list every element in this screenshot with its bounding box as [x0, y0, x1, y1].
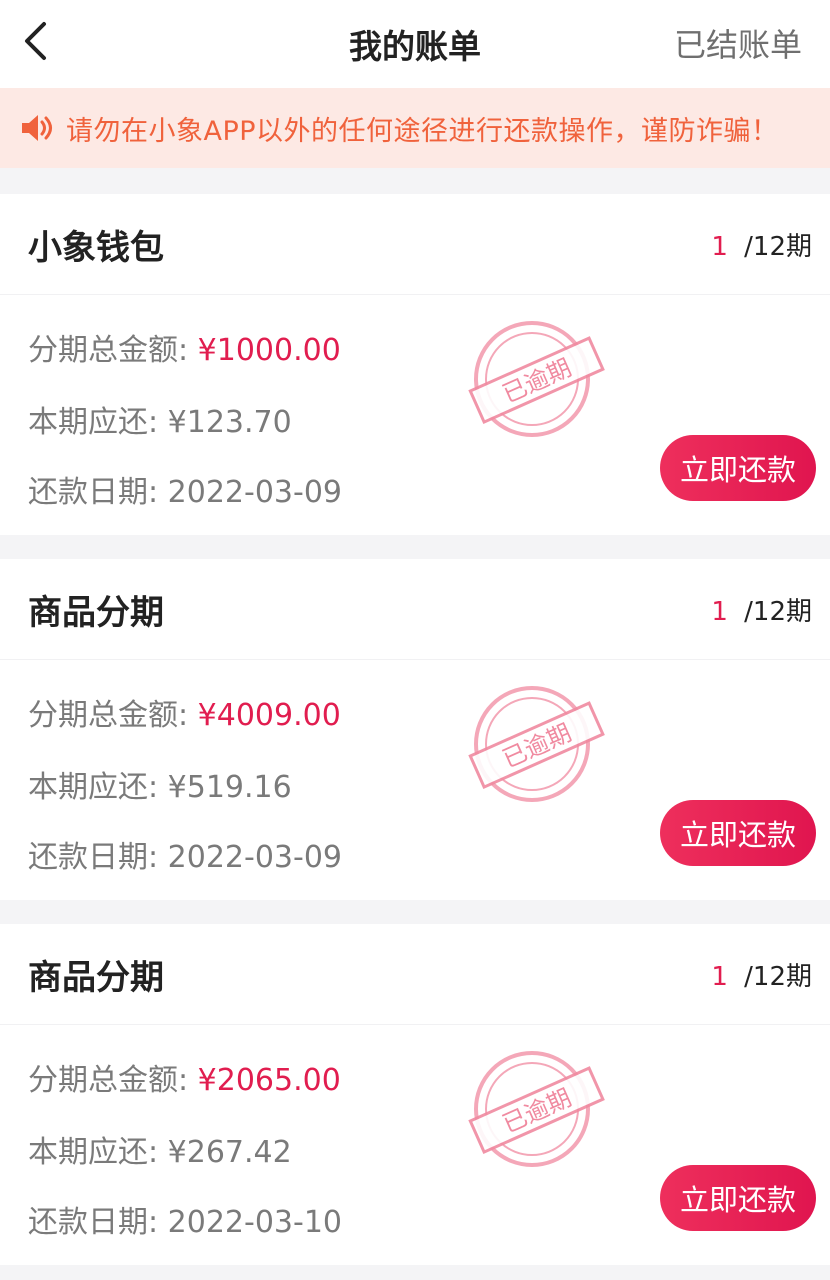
settled-bills-link[interactable]: 已结账单	[674, 20, 802, 66]
bill-list: 小象钱包 1 /12期 分期总金额: ¥1000.00 本期应还: ¥123.7…	[0, 194, 830, 1265]
due-date-label: 还款日期:	[28, 1205, 168, 1240]
period-indicator: 1 /12期	[711, 226, 812, 263]
bill-card: 商品分期 1 /12期 分期总金额: ¥4009.00 本期应还: ¥519.1…	[0, 559, 830, 900]
due-date-value: 2022-03-09	[167, 840, 343, 875]
due-amount-label: 本期应还:	[28, 770, 168, 805]
bill-card: 商品分期 1 /12期 分期总金额: ¥2065.00 本期应还: ¥267.4…	[0, 924, 830, 1265]
notice-text: 请勿在小象APP以外的任何途径进行还款操作，谨防诈骗！	[66, 115, 779, 147]
overdue-stamp: 已逾期	[468, 686, 605, 802]
total-amount-value: ¥1000.00	[197, 333, 341, 368]
overdue-stamp: 已逾期	[468, 321, 605, 437]
due-amount-value: ¥267.42	[167, 1135, 292, 1170]
bill-name: 商品分期	[28, 957, 164, 998]
due-amount-row: 本期应还: ¥267.42	[28, 1127, 292, 1171]
total-periods: /12期	[735, 231, 812, 262]
pay-now-button[interactable]: 立即还款	[660, 435, 816, 501]
speaker-icon	[22, 115, 52, 141]
total-amount-label: 分期总金额:	[28, 1063, 198, 1098]
pay-now-button[interactable]: 立即还款	[660, 800, 816, 866]
nav-bar: 我的账单 已结账单	[0, 0, 830, 88]
bill-card-header: 商品分期 1 /12期	[0, 924, 830, 1025]
bill-card-body: 分期总金额: ¥1000.00 本期应还: ¥123.70 还款日期: 2022…	[0, 295, 830, 535]
due-date-label: 还款日期:	[28, 840, 168, 875]
overdue-stamp: 已逾期	[468, 1051, 605, 1167]
bill-card-body: 分期总金额: ¥2065.00 本期应还: ¥267.42 还款日期: 2022…	[0, 1025, 830, 1265]
due-date-row: 还款日期: 2022-03-09	[28, 832, 342, 876]
due-amount-value: ¥123.70	[167, 405, 292, 440]
pay-now-button[interactable]: 立即还款	[660, 1165, 816, 1231]
bill-card: 小象钱包 1 /12期 分期总金额: ¥1000.00 本期应还: ¥123.7…	[0, 194, 830, 535]
due-date-row: 还款日期: 2022-03-10	[28, 1197, 342, 1241]
bill-card-header: 小象钱包 1 /12期	[0, 194, 830, 295]
notice-banner: 请勿在小象APP以外的任何途径进行还款操作，谨防诈骗！	[0, 88, 830, 168]
bill-name: 商品分期	[28, 592, 164, 633]
bill-card-body: 分期总金额: ¥4009.00 本期应还: ¥519.16 还款日期: 2022…	[0, 660, 830, 900]
total-amount-row: 分期总金额: ¥4009.00	[28, 690, 341, 734]
due-date-value: 2022-03-10	[167, 1205, 343, 1240]
period-indicator: 1 /12期	[711, 956, 812, 993]
due-date-value: 2022-03-09	[167, 475, 343, 510]
current-period: 1	[711, 961, 728, 992]
total-amount-label: 分期总金额:	[28, 333, 198, 368]
due-amount-label: 本期应还:	[28, 1135, 168, 1170]
due-date-row: 还款日期: 2022-03-09	[28, 467, 342, 511]
current-period: 1	[711, 231, 728, 262]
total-periods: /12期	[735, 596, 812, 627]
period-indicator: 1 /12期	[711, 591, 812, 628]
due-amount-value: ¥519.16	[167, 770, 292, 805]
due-amount-row: 本期应还: ¥519.16	[28, 762, 292, 806]
due-date-label: 还款日期:	[28, 475, 168, 510]
current-period: 1	[711, 596, 728, 627]
total-amount-value: ¥2065.00	[197, 1063, 341, 1098]
total-amount-row: 分期总金额: ¥2065.00	[28, 1055, 341, 1099]
total-amount-label: 分期总金额:	[28, 698, 198, 733]
due-amount-label: 本期应还:	[28, 405, 168, 440]
due-amount-row: 本期应还: ¥123.70	[28, 397, 292, 441]
total-periods: /12期	[735, 961, 812, 992]
total-amount-value: ¥4009.00	[197, 698, 341, 733]
bill-card-header: 商品分期 1 /12期	[0, 559, 830, 660]
bill-name: 小象钱包	[28, 227, 164, 268]
total-amount-row: 分期总金额: ¥1000.00	[28, 325, 341, 369]
